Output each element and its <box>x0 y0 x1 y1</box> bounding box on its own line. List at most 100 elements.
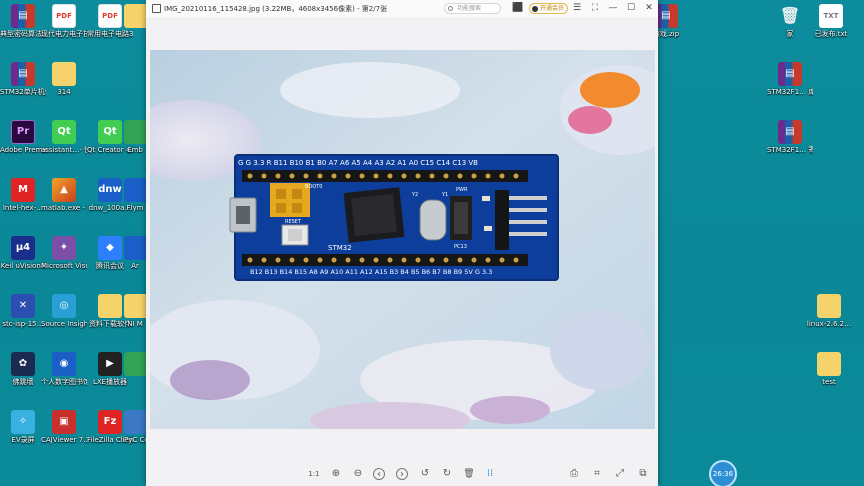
partial-ni-icon <box>124 294 146 318</box>
source-insight-icon: ◎ <box>52 294 76 318</box>
zoom-out-icon[interactable]: ⊖ <box>351 467 365 481</box>
desktop-shortcut[interactable]: ✕ stc-isp-15… <box>0 294 46 329</box>
desktop-shortcut[interactable]: ✿ 佛跳墙 <box>0 352 46 387</box>
desktop-shortcut[interactable]: NI M <box>124 294 146 329</box>
desktop-shortcut-label: 现代电力电子技术.pdf <box>41 30 87 38</box>
desktop-shortcut-label: LXE播放器 <box>92 378 128 386</box>
desktop-shortcut[interactable]: Qt assistant…- 快捷方式 <box>41 120 87 155</box>
desktop-shortcut[interactable]: 🗑 家 <box>767 4 813 39</box>
desktop-shortcut-label: NI M <box>127 320 143 328</box>
stc-isp-icon: ✕ <box>11 294 35 318</box>
print-icon[interactable]: ⎙ <box>567 467 581 481</box>
desktop-shortcut-label: 典型密码算法及其C语言… <box>0 30 46 38</box>
photo-display[interactable]: G G 3.3 R B11 B10 B1 B0 A7 A6 A5 A4 A3 A… <box>150 50 655 429</box>
desktop-shortcut[interactable] <box>124 352 146 378</box>
delete-icon[interactable]: 🗑 <box>462 467 476 481</box>
desktop-shortcut[interactable]: ✧ EV录屏 <box>0 410 46 445</box>
desktop-shortcut[interactable]: ▤ STM32F1… 库函数教… <box>767 62 813 97</box>
digital-library-icon: ◉ <box>52 352 76 376</box>
viewer-toolbar: 1:1 ⊕ ⊖ ‹ › ↺ ↻ 🗑 ⁞⁞ ⎙ ⌗ ⤢ ⧉ <box>146 464 658 484</box>
crop-icon[interactable]: ⤢ <box>613 467 627 481</box>
premiere-icon: Pr <box>11 120 35 144</box>
qt-assistant-icon: Qt <box>52 120 76 144</box>
desktop-shortcut[interactable]: ▲ matlab.exe - 快捷方式 <box>41 178 87 213</box>
desktop-shortcut[interactable] <box>124 4 146 30</box>
desktop-shortcut-label: test <box>822 378 836 386</box>
vip-button[interactable]: 开通会员 <box>529 3 569 14</box>
vip-label: 开通会员 <box>540 5 565 12</box>
photo-viewer-window: IMG_20210116_115428.jpg (3.22MB，4608x345… <box>146 0 658 486</box>
desktop-shortcut-label: Source Insight 3.5 <box>41 320 87 328</box>
feature-search-input[interactable]: 功能搜索 <box>444 3 501 14</box>
folder-icon <box>52 62 76 86</box>
maximize-icon[interactable]: ☐ <box>625 2 637 14</box>
desktop-shortcut[interactable]: Ar <box>124 236 146 271</box>
desktop-shortcut-label: 314 <box>57 88 71 96</box>
pdf-file-icon: PDF <box>98 4 122 28</box>
previous-image-icon[interactable]: ‹ <box>373 468 385 480</box>
floating-clock-widget[interactable]: 26:36 <box>709 460 737 486</box>
tencent-meeting-icon: ◆ <box>98 236 122 260</box>
desktop-shortcut[interactable]: ▤ STM32F1… 寄存器版… <box>767 120 813 155</box>
cajviewer-icon: ▣ <box>52 410 76 434</box>
board-pc13-label: PC13 <box>454 244 467 250</box>
desktop-shortcut[interactable]: M Intel-hex-… <box>0 178 46 213</box>
desktop-shortcut[interactable]: PyC Com <box>124 410 146 445</box>
actual-size-button[interactable]: 1:1 <box>307 467 321 481</box>
desktop-shortcut-label: matlab.exe - 快捷方式 <box>41 204 87 212</box>
desktop-shortcut-label: EV录屏 <box>11 436 35 444</box>
text-file-icon: TXT <box>819 4 843 28</box>
lxe-player-icon: ▶ <box>98 352 122 376</box>
board-y2-label: Y2 <box>411 192 418 198</box>
desktop-shortcut-label: stc-isp-15… <box>2 320 44 328</box>
desktop-shortcut[interactable]: ◉ 个人数字图书馆2.1 <box>41 352 87 387</box>
desktop-shortcut[interactable]: test <box>806 352 852 387</box>
desktop-shortcut[interactable]: PDF 现代电力电子技术.pdf <box>41 4 87 39</box>
screenshot-icon[interactable]: ⧉ <box>636 467 650 481</box>
desktop-shortcut[interactable]: ▤ 典型密码算法及其C语言… <box>0 4 46 39</box>
rar-archive-icon: ▤ <box>778 120 802 144</box>
fullscreen-icon[interactable]: ⛶ <box>589 2 601 14</box>
rar-archive-icon: ▤ <box>11 4 35 28</box>
ocr-icon[interactable]: ⌗ <box>590 467 604 481</box>
board-stm32-label: STM32 <box>328 244 352 252</box>
desktop-shortcut[interactable]: ▤ STM32单片机快速入… <box>0 62 46 97</box>
desktop-shortcut[interactable]: Flym <box>124 178 146 213</box>
folder-icon <box>817 352 841 376</box>
desktop-shortcut[interactable]: Pr Adobe Premie… <box>0 120 46 155</box>
dnw-icon: dnw <box>98 178 122 202</box>
next-image-icon[interactable]: › <box>396 468 408 480</box>
desktop-shortcut[interactable]: ✦ Microsoft Visual C… <box>41 236 87 271</box>
more-options-icon[interactable]: ⁞⁞ <box>483 467 497 481</box>
rotate-right-icon[interactable]: ↻ <box>440 467 454 481</box>
partial-embed-icon <box>124 120 146 144</box>
viewer-titlebar[interactable]: IMG_20210116_115428.jpg (3.22MB，4608x345… <box>146 0 658 17</box>
partial-green-icon <box>124 352 146 376</box>
board-top-pin-labels: G G 3.3 R B11 B10 B1 B0 A7 A6 A5 A4 A3 A… <box>238 159 478 167</box>
desktop-shortcut[interactable]: TXT 已发布.txt <box>808 4 854 39</box>
desktop-background: ▤ 典型密码算法及其C语言… PDF 现代电力电子技术.pdf PDF 常用电子电路365… <box>0 0 864 486</box>
desktop-shortcut-label: Keil uVision4 <box>0 262 46 270</box>
desktop-shortcut-label: CAJViewer 7.3 <box>41 436 87 444</box>
rotate-left-icon[interactable]: ↺ <box>418 467 432 481</box>
desktop-shortcut[interactable]: 314 <box>41 62 87 97</box>
desktop-shortcut[interactable]: linux-2.6.2… <box>806 294 852 329</box>
desktop-shortcut[interactable]: μ4 Keil uVision4 <box>0 236 46 271</box>
close-icon[interactable]: ✕ <box>643 2 655 14</box>
desktop-shortcut-label: STM32F1… 寄存器版… <box>767 146 813 154</box>
board-y1-label: Y1 <box>441 192 448 198</box>
desktop-shortcut[interactable]: ◎ Source Insight 3.5 <box>41 294 87 329</box>
zoom-in-icon[interactable]: ⊕ <box>329 467 343 481</box>
rar-archive-icon: ▤ <box>778 62 802 86</box>
desktop-shortcut[interactable]: Emb <box>124 120 146 155</box>
desktop-shortcut-label: STM32单片机快速入… <box>0 88 46 96</box>
partial-pycharm-icon <box>124 410 146 434</box>
desktop-shortcut-label: Adobe Premie… <box>0 146 46 154</box>
desktop-shortcut[interactable]: ▣ CAJViewer 7.3 <box>41 410 87 445</box>
minimize-icon[interactable]: — <box>607 2 619 14</box>
account-icon[interactable]: ⬛ <box>512 2 524 14</box>
image-file-icon <box>152 4 161 13</box>
desktop-shortcut-label: linux-2.6.2… <box>806 320 852 328</box>
menu-icon[interactable]: ☰ <box>571 2 583 14</box>
search-icon <box>448 6 453 11</box>
